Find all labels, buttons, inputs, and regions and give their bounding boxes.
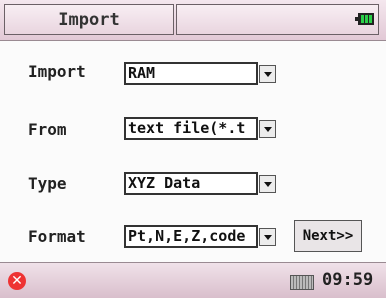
from-dropdown-button[interactable]: [259, 120, 276, 138]
keyboard-icon[interactable]: [290, 275, 314, 290]
chevron-down-icon: [263, 126, 272, 132]
type-select[interactable]: XYZ Data: [124, 172, 258, 195]
import-dropdown-button[interactable]: [259, 65, 276, 83]
close-icon[interactable]: ✕: [8, 272, 26, 290]
chevron-down-icon: [263, 181, 272, 187]
title-bar-panel: [176, 4, 379, 35]
battery-icon: [355, 13, 374, 25]
from-select[interactable]: text file(*.t: [124, 117, 258, 140]
format-label: Format: [28, 227, 86, 246]
format-dropdown-button[interactable]: [259, 228, 276, 246]
import-select[interactable]: RAM: [124, 62, 258, 85]
status-bar: ✕ 09:59: [0, 262, 386, 298]
tab-import[interactable]: Import: [4, 4, 174, 35]
import-label: Import: [28, 62, 86, 81]
from-label: From: [28, 120, 67, 139]
chevron-down-icon: [263, 234, 272, 240]
title-bar: Import: [0, 0, 386, 41]
format-select[interactable]: Pt,N,E,Z,code: [124, 225, 258, 248]
chevron-down-icon: [263, 71, 272, 77]
type-dropdown-button[interactable]: [259, 175, 276, 193]
type-label: Type: [28, 174, 67, 193]
next-button[interactable]: Next>>: [294, 220, 362, 252]
clock-time: 09:59: [322, 270, 374, 290]
